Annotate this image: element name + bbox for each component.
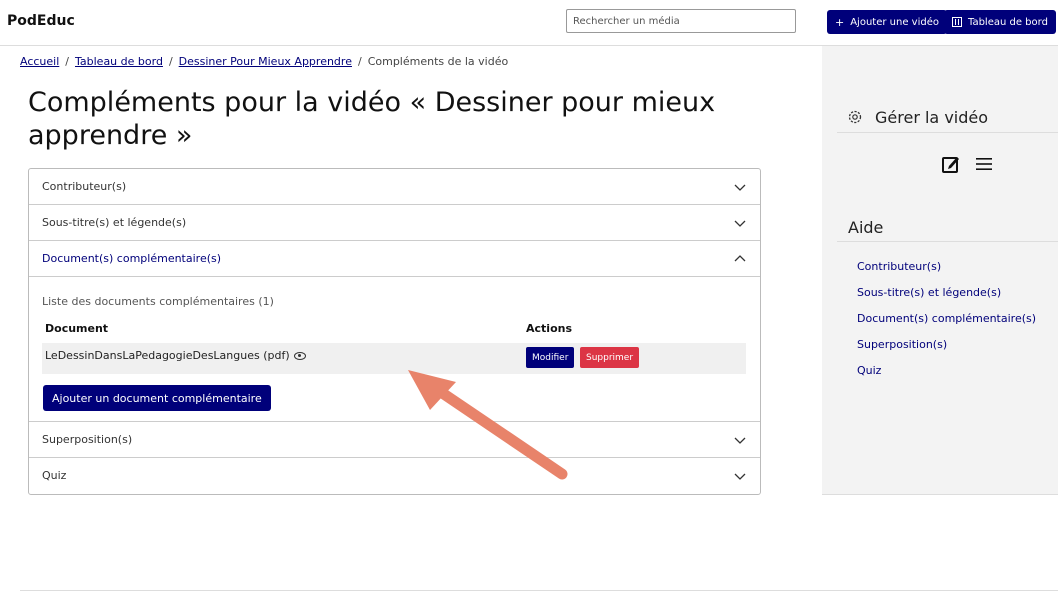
chevron-down-icon <box>734 437 746 444</box>
breadcrumb-video[interactable]: Dessiner Pour Mieux Apprendre <box>179 55 352 68</box>
accordion-quiz-label: Quiz <box>42 469 67 482</box>
chevron-down-icon <box>734 184 746 191</box>
table-row: LeDessinDansLaPedagogieDesLangues (pdf) … <box>42 343 746 374</box>
film-icon <box>952 17 962 27</box>
breadcrumb-home[interactable]: Accueil <box>20 55 59 68</box>
help-link-quiz[interactable]: Quiz <box>857 363 1036 389</box>
accordion-overlays[interactable]: Superposition(s) <box>29 422 760 458</box>
accordion-subtitles-label: Sous-titre(s) et légende(s) <box>42 216 187 229</box>
help-links: Contributeur(s) Sous-titre(s) et légende… <box>857 259 1036 389</box>
chevron-down-icon <box>734 473 746 480</box>
brand-logo[interactable]: PodEduc <box>7 13 75 29</box>
help-link-contributors[interactable]: Contributeur(s) <box>857 259 1036 285</box>
divider <box>837 132 1058 133</box>
document-name[interactable]: LeDessinDansLaPedagogieDesLangues (pdf) <box>45 349 306 362</box>
breadcrumb-separator: / <box>65 55 69 68</box>
accordion-documents[interactable]: Document(s) complémentaire(s) <box>29 241 760 277</box>
help-title: Aide <box>848 218 884 237</box>
breadcrumb-separator: / <box>168 55 173 68</box>
breadcrumb-current: Compléments de la vidéo <box>367 55 509 68</box>
top-navbar: PodEduc + Ajouter une vidéo Tableau de b… <box>0 0 1058 46</box>
accordion-contributors[interactable]: Contributeur(s) <box>29 169 760 205</box>
sidebar: Gérer la vidéo Aide Contributeur(s) Sous… <box>822 46 1058 495</box>
accordion-contributors-label: Contributeur(s) <box>42 180 127 193</box>
add-document-button[interactable]: Ajouter un document complémentaire <box>43 385 271 411</box>
document-name-text: LeDessinDansLaPedagogieDesLangues (pdf) <box>45 349 290 362</box>
help-link-documents[interactable]: Document(s) complémentaire(s) <box>857 311 1036 337</box>
breadcrumb-separator: / <box>357 55 362 68</box>
dashboard-button[interactable]: Tableau de bord <box>944 10 1056 34</box>
accordion-overlays-label: Superposition(s) <box>42 433 133 446</box>
column-header-document: Document <box>45 322 109 335</box>
manage-actions <box>941 154 993 174</box>
manage-video-title: Gérer la vidéo <box>875 108 989 127</box>
accordion-quiz[interactable]: Quiz <box>29 458 760 494</box>
documents-list-title: Liste des documents complémentaires (1) <box>42 295 274 308</box>
help-link-subtitles[interactable]: Sous-titre(s) et légende(s) <box>857 285 1036 311</box>
chevron-down-icon <box>734 220 746 227</box>
completions-accordion: Contributeur(s) Sous-titre(s) et légende… <box>28 168 761 495</box>
chevron-up-icon <box>734 255 746 262</box>
edit-icon[interactable] <box>941 154 961 174</box>
page-title: Compléments pour la vidéo « Dessiner pou… <box>28 87 716 151</box>
add-video-label: Ajouter une vidéo <box>850 16 939 28</box>
dashboard-label: Tableau de bord <box>968 16 1048 28</box>
column-header-actions: Actions <box>526 322 572 335</box>
accordion-subtitles[interactable]: Sous-titre(s) et légende(s) <box>29 205 760 241</box>
divider <box>837 241 1058 242</box>
help-link-overlays[interactable]: Superposition(s) <box>857 337 1036 363</box>
plus-icon: + <box>835 15 845 29</box>
annotation-arrow-icon <box>408 370 568 480</box>
documents-panel: Liste des documents complémentaires (1) … <box>29 277 760 422</box>
delete-button[interactable]: Supprimer <box>580 347 640 368</box>
search-input[interactable] <box>566 9 796 33</box>
breadcrumb: Accueil / Tableau de bord / Dessiner Pour Mi… <box>20 55 508 68</box>
add-video-button[interactable]: + Ajouter une vidéo <box>827 10 947 34</box>
gear-icon <box>848 110 862 124</box>
accordion-documents-label: Document(s) complémentaire(s) <box>42 252 222 265</box>
eye-icon[interactable] <box>293 352 306 360</box>
footer-divider <box>20 590 1058 591</box>
breadcrumb-dashboard[interactable]: Tableau de bord <box>75 55 163 68</box>
menu-icon[interactable] <box>975 156 993 172</box>
